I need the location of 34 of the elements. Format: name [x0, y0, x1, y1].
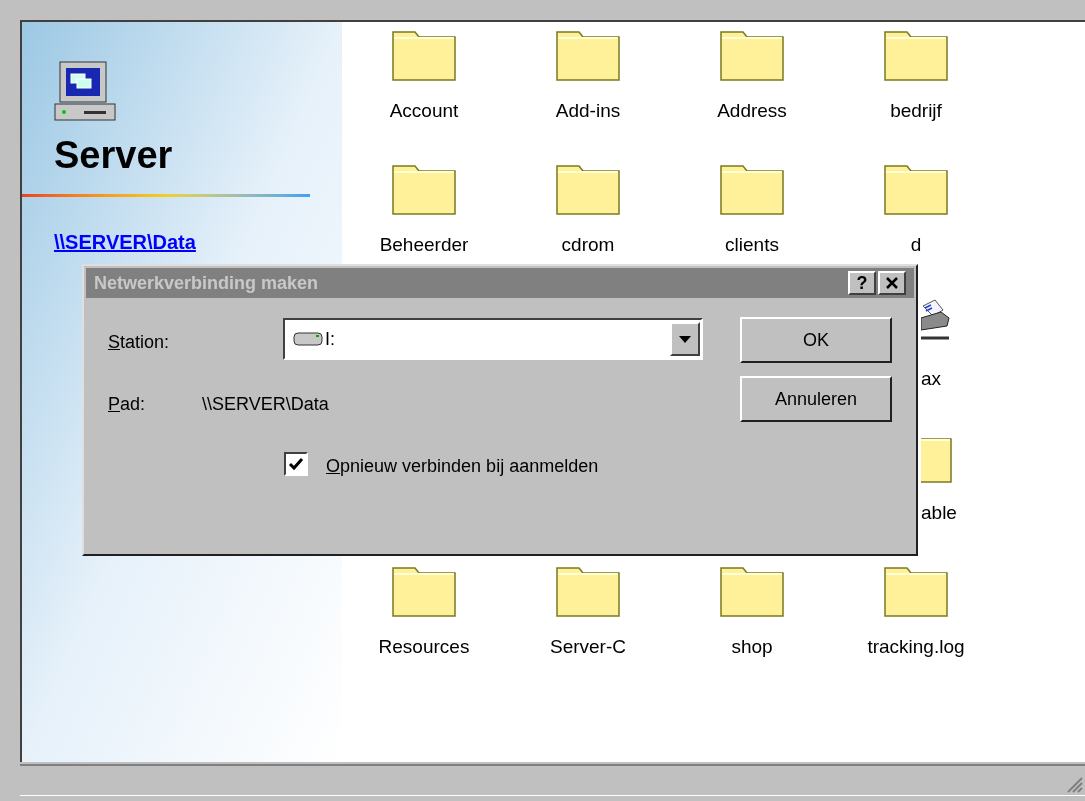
- cancel-button[interactable]: Annuleren: [740, 376, 892, 422]
- reconnect-checkbox[interactable]: [284, 452, 308, 476]
- server-heading: Server: [54, 133, 173, 178]
- reconnect-label: Opnieuw verbinden bij aanmelden: [326, 455, 599, 478]
- path-label: Pad:: [108, 393, 146, 416]
- item-label[interactable]: tracking.log: [867, 636, 965, 658]
- item-label[interactable]: Address: [717, 100, 787, 122]
- share-path-link[interactable]: \\SERVER\Data: [54, 231, 196, 253]
- close-button[interactable]: [878, 271, 906, 295]
- drive-icon: [293, 331, 323, 347]
- item-label[interactable]: Add-ins: [555, 100, 621, 122]
- item-label[interactable]: Server-C: [550, 636, 626, 658]
- item-label[interactable]: shop: [731, 636, 773, 658]
- item-label[interactable]: clients: [725, 234, 779, 256]
- item-label[interactable]: bedrijf: [890, 100, 942, 122]
- dropdown-arrow-icon[interactable]: [679, 335, 691, 343]
- item-label[interactable]: cdrom: [561, 234, 615, 256]
- dialog-title: Netwerkverbinding maken: [94, 271, 319, 295]
- close-icon: [885, 277, 899, 289]
- path-value: \\SERVER\Data: [202, 393, 329, 416]
- station-label: Station:: [108, 331, 170, 354]
- help-button[interactable]: ?: [848, 271, 876, 295]
- item-label[interactable]: d: [910, 234, 922, 256]
- station-value: I:: [325, 327, 336, 351]
- item-label[interactable]: able: [921, 502, 957, 524]
- station-dropdown[interactable]: I:: [283, 318, 703, 360]
- resize-grip-icon[interactable]: [1065, 775, 1083, 793]
- ok-button[interactable]: OK: [740, 317, 892, 363]
- item-label[interactable]: Resources: [378, 636, 470, 658]
- check-icon: [288, 457, 304, 471]
- item-label[interactable]: ax: [921, 368, 942, 390]
- item-label[interactable]: Account: [389, 100, 459, 122]
- computer-icon: [54, 60, 118, 124]
- item-label[interactable]: Beheerder: [379, 234, 469, 256]
